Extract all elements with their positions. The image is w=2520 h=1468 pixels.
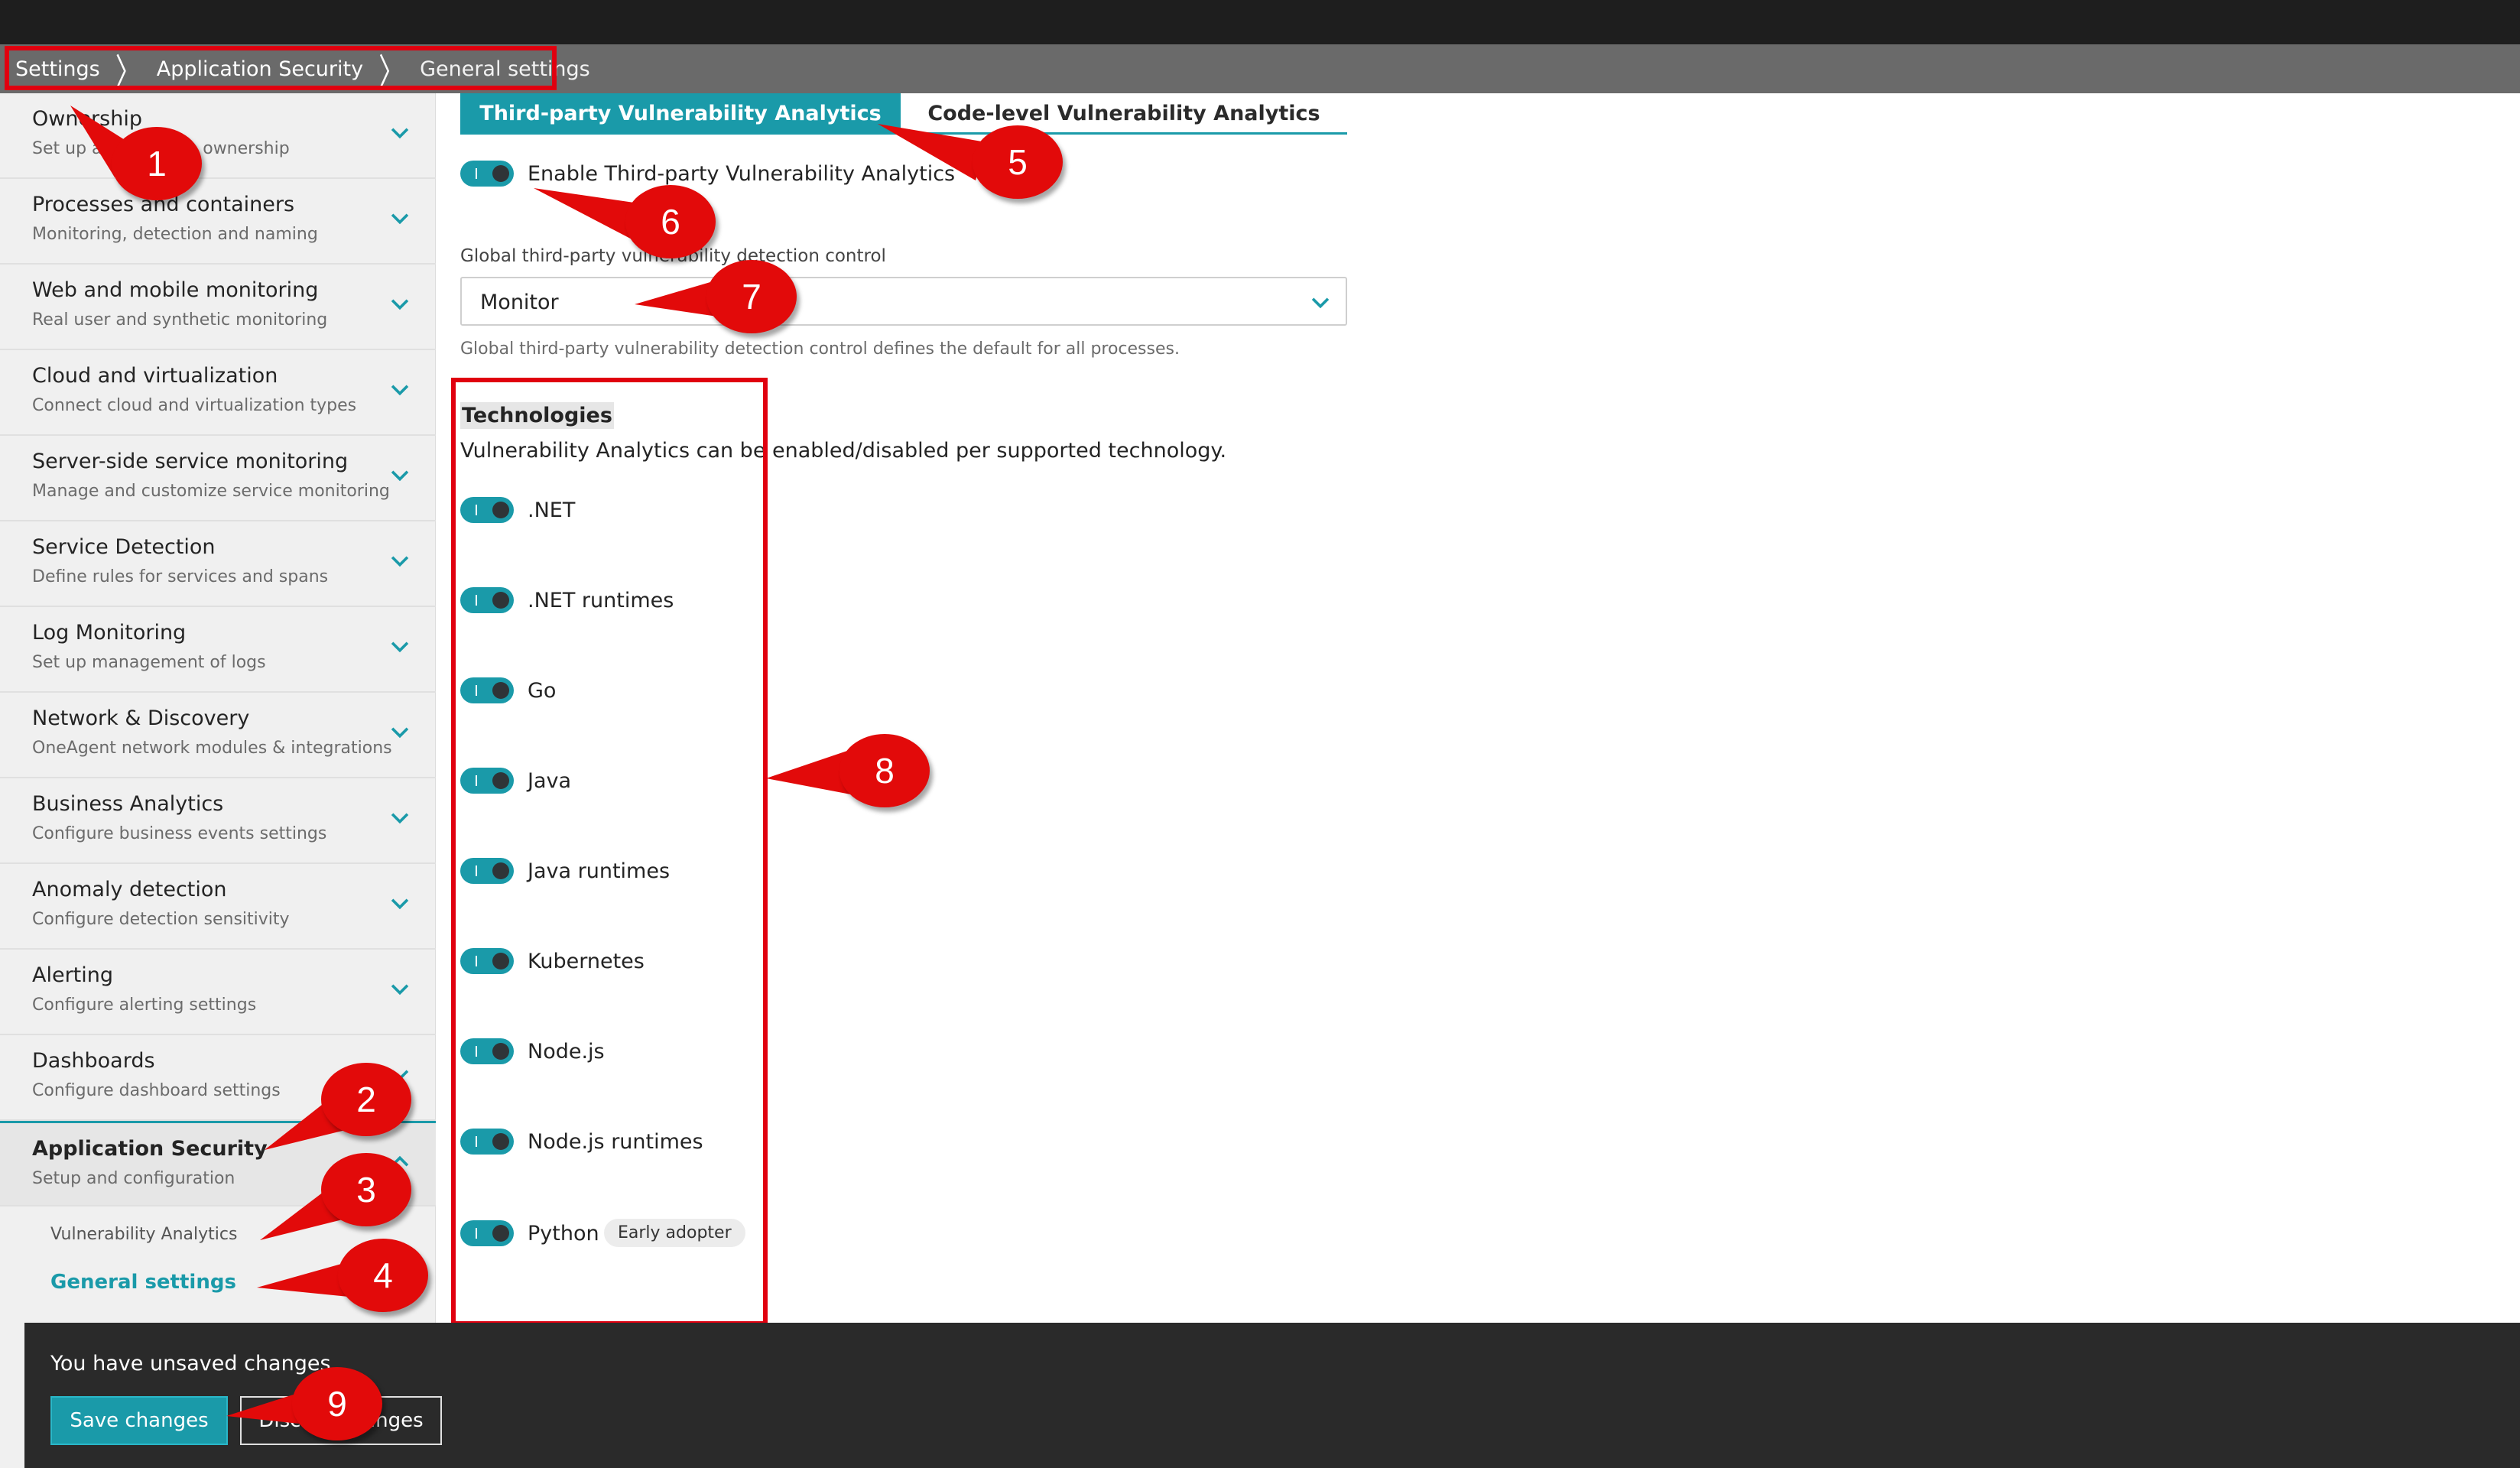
- sidebar-item-subtitle: Manage and customize service monitoring: [32, 482, 390, 501]
- sidebar-item-title: Log Monitoring: [32, 621, 187, 645]
- sidebar-item-web-mobile[interactable]: Web and mobile monitoring Real user and …: [0, 265, 436, 350]
- chevron-down-icon[interactable]: [387, 890, 413, 916]
- sidebar-item-subtitle: Configure detection sensitivity: [32, 910, 290, 929]
- subnav-general-settings[interactable]: General settings: [50, 1271, 236, 1294]
- unsaved-changes-message: You have unsaved changes: [50, 1352, 331, 1375]
- tab-code-level[interactable]: Code-level Vulnerability Analytics: [901, 93, 1347, 133]
- chevron-down-icon[interactable]: [387, 719, 413, 745]
- chevron-down-icon[interactable]: [387, 462, 413, 488]
- annotation-marker-6: 6: [625, 185, 716, 258]
- sidebar-item-processes[interactable]: Processes and containers Monitoring, det…: [0, 179, 436, 265]
- sidebar-item-title: Service Detection: [32, 535, 216, 559]
- sidebar-item-ownership[interactable]: Ownership Set up and manage ownership: [0, 93, 436, 179]
- sidebar-item-title: Server-side service monitoring: [32, 450, 349, 473]
- save-changes-button[interactable]: Save changes: [50, 1396, 228, 1445]
- sidebar-item-title: Business Analytics: [32, 792, 224, 816]
- sidebar-item-anomaly-detection[interactable]: Anomaly detection Configure detection se…: [0, 864, 436, 950]
- sidebar-item-title: Dashboards: [32, 1049, 155, 1073]
- chevron-down-icon[interactable]: [387, 547, 413, 573]
- annotation-box-technologies: [451, 378, 768, 1326]
- sidebar-item-subtitle: Set up management of logs: [32, 653, 266, 672]
- sidebar-item-business-analytics[interactable]: Business Analytics Configure business ev…: [0, 778, 436, 864]
- chevron-down-icon[interactable]: [387, 804, 413, 830]
- sidebar-item-subtitle: Real user and synthetic monitoring: [32, 310, 328, 330]
- sidebar-item-subtitle: Connect cloud and virtualization types: [32, 396, 357, 415]
- sidebar-item-title: Alerting: [32, 963, 114, 987]
- sidebar-item-title: Anomaly detection: [32, 878, 227, 901]
- tab-bar: Third-party Vulnerability Analytics Code…: [460, 93, 1347, 135]
- chevron-down-icon[interactable]: [387, 633, 413, 659]
- chevron-down-icon[interactable]: [387, 119, 413, 145]
- chevron-down-icon[interactable]: [387, 376, 413, 402]
- tab-third-party[interactable]: Third-party Vulnerability Analytics: [460, 93, 901, 133]
- annotation-marker-8: 8: [839, 734, 930, 807]
- annotation-marker-2: 2: [321, 1063, 411, 1136]
- sidebar-item-title: Application Security: [32, 1137, 268, 1161]
- sidebar-item-title: Cloud and virtualization: [32, 364, 278, 388]
- sidebar-item-subtitle: Setup and configuration: [32, 1169, 235, 1188]
- sidebar-item-subtitle: Configure business events settings: [32, 824, 327, 843]
- chevron-down-icon: [1311, 297, 1330, 309]
- subnav-vulnerability-analytics[interactable]: Vulnerability Analytics: [50, 1225, 237, 1244]
- sidebar-item-subtitle: OneAgent network modules & integrations: [32, 739, 392, 758]
- annotation-marker-3: 3: [321, 1153, 411, 1226]
- sidebar-item-title: Network & Discovery: [32, 706, 250, 730]
- sidebar-item-log-monitoring[interactable]: Log Monitoring Set up management of logs: [0, 607, 436, 693]
- sidebar-item-service-detection[interactable]: Service Detection Define rules for servi…: [0, 521, 436, 607]
- unsaved-changes-bar: You have unsaved changes Save changes Di…: [24, 1323, 2520, 1468]
- annotation-marker-9: 9: [292, 1367, 382, 1440]
- sidebar-item-cloud[interactable]: Cloud and virtualization Connect cloud a…: [0, 350, 436, 436]
- annotation-marker-5: 5: [973, 125, 1063, 199]
- sidebar-item-server-side[interactable]: Server-side service monitoring Manage an…: [0, 436, 436, 521]
- annotation-marker-1: 1: [112, 127, 202, 200]
- detection-control-select[interactable]: Monitor: [460, 277, 1347, 326]
- top-app-bar: [0, 0, 2520, 44]
- sidebar-item-title: Ownership: [32, 107, 142, 131]
- sidebar-item-subtitle: Configure dashboard settings: [32, 1081, 281, 1100]
- annotation-marker-4: 4: [338, 1239, 428, 1312]
- annotation-box-breadcrumb: [5, 46, 557, 90]
- sidebar-item-network-discovery[interactable]: Network & Discovery OneAgent network mod…: [0, 693, 436, 778]
- sidebar-item-subtitle: Monitoring, detection and naming: [32, 225, 318, 244]
- sidebar-item-subtitle: Configure alerting settings: [32, 995, 257, 1015]
- annotation-marker-7: 7: [706, 260, 797, 333]
- enable-third-party-toggle[interactable]: [460, 161, 514, 187]
- chevron-down-icon[interactable]: [387, 291, 413, 317]
- detection-control-value: Monitor: [480, 291, 559, 314]
- sidebar-item-subtitle: Define rules for services and spans: [32, 567, 329, 586]
- sidebar-item-title: Web and mobile monitoring: [32, 278, 319, 302]
- detection-control-helper: Global third-party vulnerability detecti…: [460, 339, 1180, 359]
- chevron-down-icon[interactable]: [387, 976, 413, 1002]
- enable-third-party-label: Enable Third-party Vulnerability Analyti…: [528, 162, 956, 186]
- sidebar-item-alerting[interactable]: Alerting Configure alerting settings: [0, 950, 436, 1035]
- chevron-down-icon[interactable]: [387, 205, 413, 231]
